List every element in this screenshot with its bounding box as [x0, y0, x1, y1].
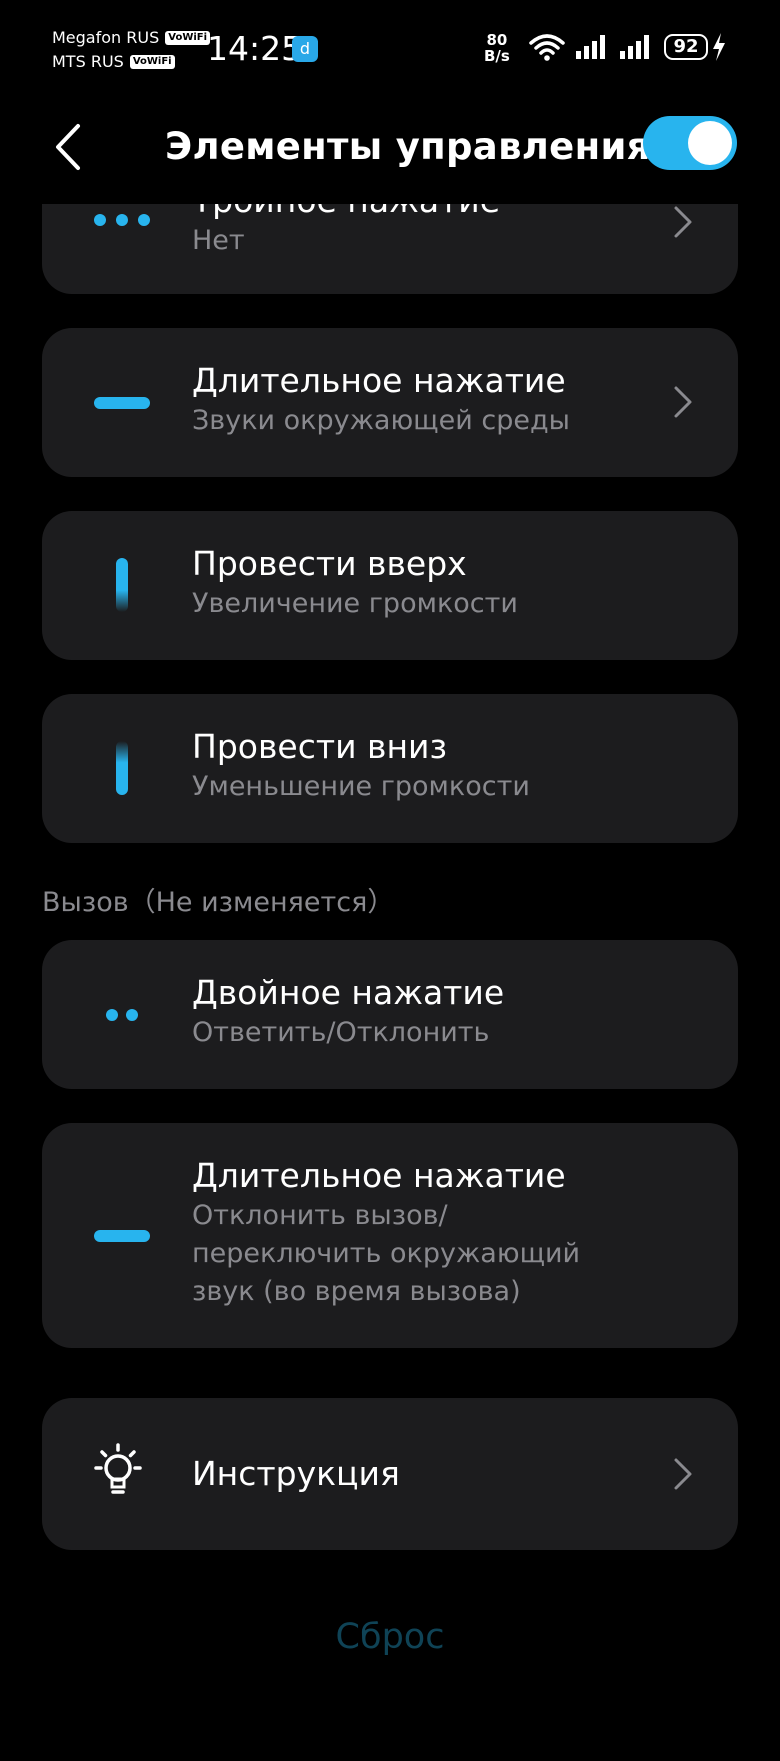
instructions-label: Инструкция [192, 1454, 400, 1493]
row-subtitle-line-1: Отклонить вызов/ [192, 1200, 448, 1231]
section-call-label: Вызов（Не изменяется） [42, 887, 395, 918]
row-subtitle-line-2: переключить окружающий [192, 1238, 581, 1269]
battery-level: 92 [664, 34, 708, 60]
chevron-right-icon [674, 1458, 692, 1490]
long-press-bar-icon [92, 373, 152, 433]
row-subtitle: Уменьшение громкости [192, 771, 530, 802]
long-press-bar-icon [92, 1206, 152, 1266]
vowifi-badge-1: VoWiFi [165, 31, 211, 45]
lightbulb-icon [88, 1442, 148, 1502]
carrier-name-1: Megafon RUS [52, 28, 160, 47]
row-title: Длительное нажатие [192, 361, 566, 400]
wifi-icon [529, 34, 565, 61]
row-swipe-down: Провести вниз Уменьшение громкости [42, 694, 738, 843]
two-dots-icon [92, 985, 152, 1045]
network-speed: 80 B/s [484, 32, 510, 64]
back-button[interactable] [46, 122, 94, 172]
instructions-button[interactable]: Инструкция [42, 1398, 738, 1550]
cellular-signal-icon-1 [576, 35, 605, 59]
row-subtitle: Ответить/Отклонить [192, 1017, 490, 1048]
carriers: Megafon RUS VoWiFi MTS RUS VoWiFi [52, 26, 211, 74]
row-call-double-press: Двойное нажатие Ответить/Отклонить [42, 940, 738, 1089]
row-subtitle: Нет [192, 225, 245, 256]
back-arrow-icon [56, 124, 80, 170]
status-icons: 92 [528, 32, 727, 62]
charging-bolt-icon [713, 33, 725, 61]
carrier-name-2: MTS RUS [52, 52, 124, 71]
row-title: Провести вверх [192, 544, 467, 583]
row-title: Длительное нажатие [192, 1156, 566, 1195]
row-long-press[interactable]: Длительное нажатие Звуки окружающей сред… [42, 328, 738, 477]
row-title: Провести вниз [192, 727, 448, 766]
network-speed-unit: B/s [484, 47, 510, 65]
row-subtitle-line-3: звук (во время вызова) [192, 1276, 521, 1307]
row-subtitle: Звуки окружающей среды [192, 405, 570, 436]
row-swipe-up: Провести вверх Увеличение громкости [42, 511, 738, 660]
row-subtitle: Увеличение громкости [192, 588, 518, 619]
swipe-down-icon [92, 738, 152, 798]
vowifi-badge-2: VoWiFi [129, 55, 175, 69]
swipe-up-icon [92, 555, 152, 615]
row-title: Двойное нажатие [192, 973, 505, 1012]
cellular-signal-icon-2 [620, 35, 649, 59]
status-time: 14:25 [207, 29, 303, 68]
row-call-long-press: Длительное нажатие Отклонить вызов/ пере… [42, 1123, 738, 1348]
status-bar: Megafon RUS VoWiFi MTS RUS VoWiFi 14:25 … [0, 0, 780, 100]
page-title: Элементы управления [165, 125, 651, 168]
network-speed-value: 80 [486, 31, 508, 49]
controls-toggle[interactable] [643, 116, 737, 170]
chevron-right-icon [674, 206, 692, 238]
app-notification-icon: d [292, 36, 318, 62]
chevron-right-icon [674, 386, 692, 418]
toggle-knob [688, 121, 732, 165]
reset-button[interactable]: Сброс [0, 1612, 780, 1662]
app-header: Элементы управления [0, 100, 780, 204]
